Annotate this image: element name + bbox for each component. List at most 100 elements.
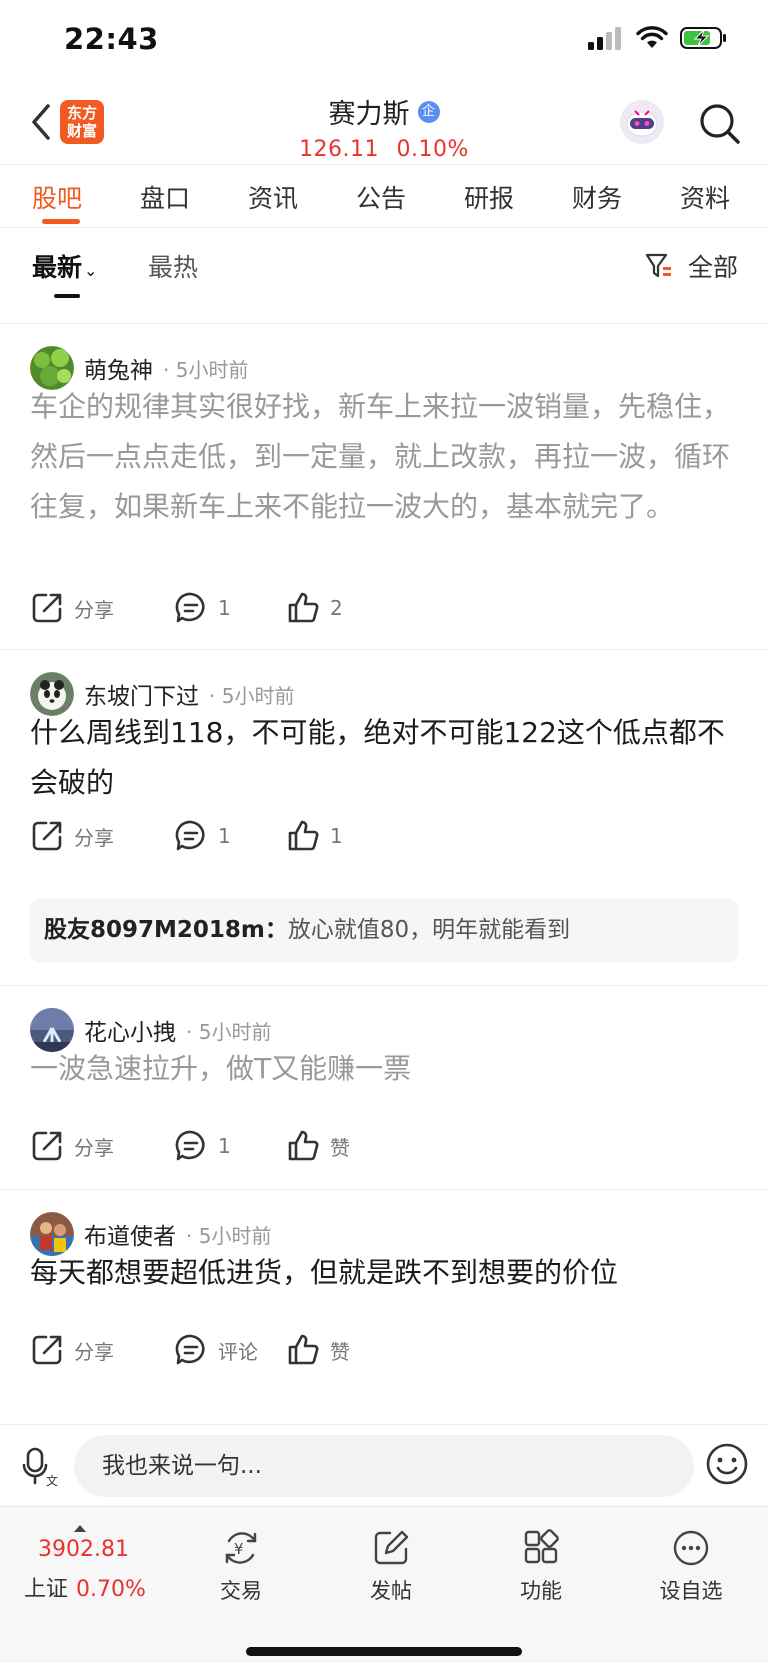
nav-add-watchlist[interactable]: 设自选 (636, 1529, 746, 1605)
tab-pankou[interactable]: 盘口 (140, 179, 190, 215)
more-dots-icon (673, 1530, 709, 1566)
comment-bar: 文 (0, 1424, 768, 1506)
index-name: 上证 (24, 1577, 69, 1602)
chevron-down-icon: ⌄ (84, 261, 98, 280)
search-icon[interactable] (696, 100, 744, 148)
stock-tabs: 股吧 盘口 资讯 公告 研报 财务 资料 (0, 164, 768, 228)
svg-text:文: 文 (46, 1473, 58, 1488)
post-time: · 5小时前 (209, 683, 295, 708)
share-button[interactable]: 分享 (30, 819, 174, 853)
reply-username[interactable]: 股友8097M2018m： (44, 917, 288, 943)
post-content[interactable]: 一波急速拉升，做T又能赚一票 (30, 1044, 730, 1094)
thumbs-up-icon (288, 820, 319, 851)
stock-name-row: 赛力斯 企 (329, 92, 440, 131)
thumbs-up-icon (288, 592, 319, 623)
filter-funnel-icon (645, 253, 671, 278)
comment-button[interactable]: 评论 (174, 1333, 286, 1367)
like-button[interactable]: 1 (286, 819, 343, 853)
like-button[interactable]: 2 (286, 591, 343, 625)
index-value: 3902.81 (38, 1537, 129, 1562)
share-label: 分享 (74, 825, 114, 850)
reply-text: 放心就值80，明年就能看到 (287, 917, 571, 943)
index-name-row: 上证 0.70% (24, 1571, 146, 1603)
emoji-icon[interactable] (704, 1441, 750, 1487)
status-time: 22:43 (64, 22, 159, 56)
index-change-pct: 0.70% (76, 1577, 146, 1602)
comment-icon (175, 592, 205, 623)
cellular-signal-icon (588, 27, 621, 50)
post-time: · 5小时前 (186, 1019, 272, 1044)
tab-guba[interactable]: 股吧 (32, 179, 82, 215)
like-label: 赞 (330, 1339, 350, 1364)
post-content[interactable]: 每天都想要超低进货，但就是跌不到想要的价位 (30, 1248, 730, 1298)
post-feed[interactable]: 萌兔神 · 5小时前 车企的规律其实很好找，新车上来拉一波销量，先稳住，然后一点… (0, 324, 768, 1424)
active-tab-indicator (42, 219, 80, 224)
comment-icon (175, 1130, 205, 1161)
like-count: 1 (330, 824, 343, 848)
post-actions: 分享 1 2 (30, 588, 343, 628)
battery-charging-icon (680, 27, 726, 49)
post-actions: 分享 评论 赞 (30, 1330, 350, 1370)
like-label: 赞 (330, 1135, 350, 1160)
stock-header: 东方财富 赛力斯 企 126.11 0.10% (0, 86, 768, 164)
nav-trade[interactable]: ¥ 交易 (186, 1529, 296, 1605)
ai-robot-assistant-icon[interactable] (620, 100, 664, 144)
comment-icon (175, 820, 205, 851)
comment-input[interactable] (74, 1435, 694, 1497)
comment-button[interactable]: 1 (174, 1129, 286, 1163)
post-content[interactable]: 车企的规律其实很好找，新车上来拉一波销量，先稳住，然后一点点走低，到一定量，就上… (30, 382, 730, 532)
like-count: 2 (330, 596, 343, 620)
nav-functions[interactable]: 功能 (486, 1529, 596, 1605)
sort-latest-button[interactable]: 最新 ⌄ (32, 248, 97, 284)
filter-all-label: 全部 (687, 253, 738, 282)
post-time: · 5小时前 (163, 357, 249, 382)
grid-apps-icon (524, 1529, 559, 1564)
share-label: 分享 (74, 597, 114, 622)
comment-label: 评论 (218, 1339, 258, 1364)
post-content[interactable]: 什么周线到118，不可能，绝对不可能122这个低点都不会破的 (30, 708, 730, 808)
nav-trade-label: 交易 (220, 1579, 262, 1603)
trade-yen-icon: ¥ (225, 1532, 257, 1564)
post-username[interactable]: 萌兔神 (84, 351, 153, 385)
thumbs-up-icon (288, 1130, 319, 1161)
tab-profile[interactable]: 资料 (680, 179, 730, 215)
post-item[interactable]: 萌兔神 · 5小时前 车企的规律其实很好找，新车上来拉一波销量，先稳住，然后一点… (0, 324, 768, 650)
sort-active-indicator (54, 294, 80, 298)
sort-hot-button[interactable]: 最热 (148, 248, 198, 284)
voice-input-icon[interactable]: 文 (22, 1445, 62, 1489)
comment-count: 1 (218, 596, 231, 620)
nav-post[interactable]: 发帖 (336, 1529, 446, 1605)
tab-news[interactable]: 资讯 (248, 179, 298, 215)
comment-count: 1 (218, 824, 231, 848)
post-time: · 5小时前 (186, 1223, 272, 1248)
share-button[interactable]: 分享 (30, 1129, 174, 1163)
post-item[interactable]: 花心小拽 · 5小时前 一波急速拉升，做T又能赚一票 分享 1 赞 (0, 986, 768, 1190)
comment-button[interactable]: 1 (174, 819, 286, 853)
post-item[interactable]: 东坡门下过 · 5小时前 什么周线到118，不可能，绝对不可能122这个低点都不… (0, 650, 768, 986)
tab-announcements[interactable]: 公告 (356, 179, 406, 215)
tab-research[interactable]: 研报 (464, 179, 514, 215)
svg-text:¥: ¥ (234, 1540, 244, 1558)
post-username[interactable]: 花心小拽 (84, 1013, 176, 1047)
home-indicator (246, 1647, 522, 1656)
like-button[interactable]: 赞 (286, 1333, 350, 1367)
like-button[interactable]: 赞 (286, 1129, 350, 1163)
comment-button[interactable]: 1 (174, 591, 286, 625)
sort-filter-bar: 最新 ⌄ 最热 全部 (0, 228, 768, 324)
reply-preview[interactable]: 股友8097M2018m：放心就值80，明年就能看到 (30, 898, 738, 962)
wifi-icon (636, 26, 668, 48)
filter-all-button[interactable]: 全部 (644, 248, 738, 284)
share-button[interactable]: 分享 (30, 591, 174, 625)
post-username[interactable]: 布道使者 (84, 1217, 176, 1251)
bottom-nav: 3902.81 上证 0.70% ¥ 交易 发帖 功能 设自选 (0, 1506, 768, 1663)
share-label: 分享 (74, 1135, 114, 1160)
share-icon (32, 593, 62, 623)
post-actions: 分享 1 1 (30, 816, 343, 856)
tab-finance[interactable]: 财务 (572, 179, 622, 215)
sort-latest-label: 最新 (32, 253, 83, 282)
post-username[interactable]: 东坡门下过 (84, 677, 199, 711)
thumbs-up-icon (288, 1334, 319, 1365)
share-button[interactable]: 分享 (30, 1333, 174, 1367)
comment-count: 1 (218, 1134, 231, 1158)
post-item[interactable]: 布道使者 · 5小时前 每天都想要超低进货，但就是跌不到想要的价位 分享 评论 … (0, 1190, 768, 1424)
